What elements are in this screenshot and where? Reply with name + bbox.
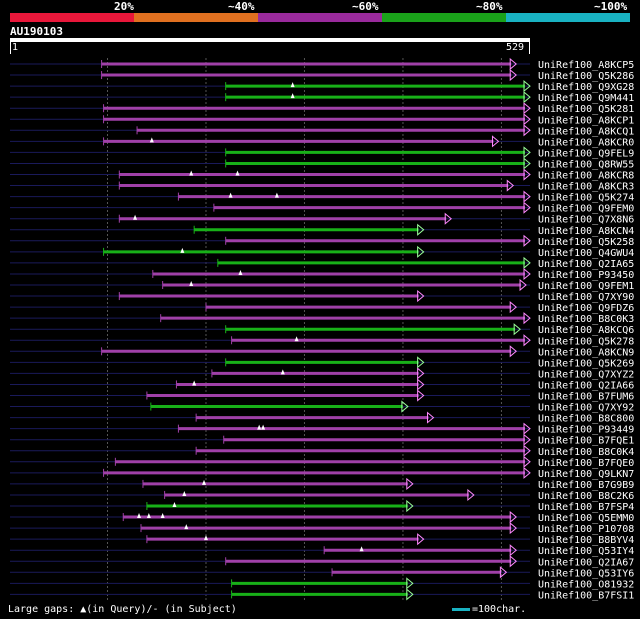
hit-label: UniRef100_P10708 bbox=[538, 524, 634, 535]
hit-label: UniRef100_Q2IA65 bbox=[538, 259, 634, 270]
hit-label: UniRef100_Q7XY92 bbox=[538, 403, 634, 414]
hit-label: UniRef100_Q5K258 bbox=[538, 237, 634, 248]
hit-label: UniRef100_B8C2K6 bbox=[538, 491, 634, 502]
hit-label: UniRef100_A8KCR3 bbox=[538, 182, 634, 193]
scale-legend: =100char. bbox=[452, 604, 526, 615]
hit-label: UniRef100_B7G9B9 bbox=[538, 480, 634, 491]
hit-label: UniRef100_B8C0K4 bbox=[538, 447, 634, 458]
hit-label: UniRef100_P93449 bbox=[538, 425, 634, 436]
hit-label: UniRef100_B8BYV4 bbox=[538, 535, 634, 546]
hit-label: UniRef100_Q5K281 bbox=[538, 104, 634, 115]
hit-label: UniRef100_Q9XG28 bbox=[538, 82, 634, 93]
hit-label: UniRef100_Q7XY90 bbox=[538, 292, 634, 303]
hit-label: UniRef100_B8C0K3 bbox=[538, 314, 634, 325]
scale-legend-label: =100char. bbox=[472, 604, 527, 615]
hit-label: UniRef100_A8KCR8 bbox=[538, 171, 634, 182]
hit-label: UniRef100_A8KCN4 bbox=[538, 226, 634, 237]
hit-label: UniRef100_Q9FEL9 bbox=[538, 148, 634, 159]
scale-swatch bbox=[452, 608, 470, 611]
hit-label: UniRef100_Q9FEM1 bbox=[538, 281, 634, 292]
gap-legend: Large gaps: ▲(in Query)/- (in Subject) bbox=[8, 604, 237, 615]
hit-label: UniRef100_Q8RW55 bbox=[538, 159, 634, 170]
hit-label: UniRef100_Q53IY6 bbox=[538, 568, 634, 579]
hit-label: UniRef100_B7FQE0 bbox=[538, 458, 634, 469]
hit-label: UniRef100_Q5EMM0 bbox=[538, 513, 634, 524]
hit-label: UniRef100_O81932 bbox=[538, 579, 634, 590]
hit-label: UniRef100_B8C800 bbox=[538, 414, 634, 425]
hit-label: UniRef100_B7FUM6 bbox=[538, 392, 634, 403]
hit-label: UniRef100_Q9LKN7 bbox=[538, 469, 634, 480]
hit-label: UniRef100_Q9FEM0 bbox=[538, 204, 634, 215]
hit-label: UniRef100_P93450 bbox=[538, 270, 634, 281]
hit-label: UniRef100_Q5K274 bbox=[538, 193, 634, 204]
hit-label: UniRef100_Q5K269 bbox=[538, 358, 634, 369]
hit-label: UniRef100_Q5K286 bbox=[538, 71, 634, 82]
alignment-plot: UniRef100_A8KCP5UniRef100_Q5K286UniRef10… bbox=[10, 57, 634, 601]
hit-label: UniRef100_B7FSP4 bbox=[538, 502, 634, 513]
hit-label: UniRef100_Q9FDZ6 bbox=[538, 303, 634, 314]
hit-label: UniRef100_B7FQE1 bbox=[538, 436, 634, 447]
hit-label: UniRef100_Q7X8N6 bbox=[538, 215, 634, 226]
hit-label: UniRef100_A8KCR0 bbox=[538, 137, 634, 148]
hit-label: UniRef100_B7FSI1 bbox=[538, 590, 634, 601]
hit-label: UniRef100_A8KCQ1 bbox=[538, 126, 634, 137]
hit-label: UniRef100_Q4GWU4 bbox=[538, 248, 634, 259]
hit-label: UniRef100_A8KCP5 bbox=[538, 60, 634, 71]
hit-label: UniRef100_A8KCQ6 bbox=[538, 325, 634, 336]
hit-label: UniRef100_A8KCN9 bbox=[538, 347, 634, 358]
hit-label: UniRef100_Q5K278 bbox=[538, 336, 634, 347]
hit-label: UniRef100_Q9M441 bbox=[538, 93, 634, 104]
hit-label: UniRef100_Q7XYZ2 bbox=[538, 369, 634, 380]
hit-label: UniRef100_Q53IY4 bbox=[538, 546, 634, 557]
hit-label: UniRef100_A8KCP1 bbox=[538, 115, 634, 126]
hit-label: UniRef100_Q2IA67 bbox=[538, 557, 634, 568]
hit-label: UniRef100_Q2IA66 bbox=[538, 380, 634, 391]
